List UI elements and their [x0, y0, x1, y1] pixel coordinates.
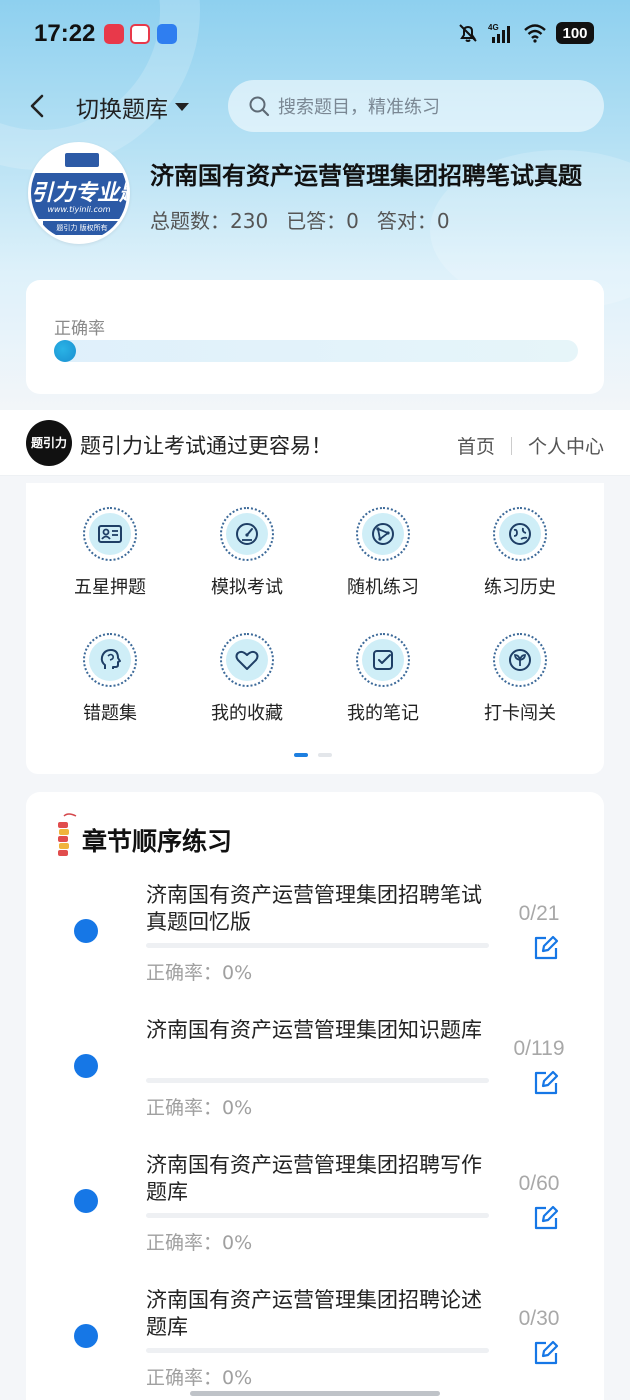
bank-stats: 总题数：230 已答：0 答对：0 [150, 205, 450, 234]
app-notification-icon [104, 24, 124, 44]
feature-grid: 五星押题 模拟考试 随机练习 练习历史 错题集 我的收藏 我的笔记 打卡闯关 [26, 483, 604, 774]
logo-url: www.tiyinli.com [47, 205, 111, 214]
answered-count: 已答：0 [286, 209, 359, 233]
chapter-progress-bar [146, 1348, 489, 1353]
link-divider [510, 436, 512, 455]
chapter-bullet [74, 919, 98, 943]
back-arrow-icon[interactable] [22, 90, 54, 122]
chapter-accuracy: 正确率：0% [146, 1232, 253, 1254]
brand-logo: 题引力 [26, 420, 72, 466]
chapter-row[interactable]: 济南国有资产运营管理集团招聘论述题库 正确率：0% 0/30 [26, 1287, 604, 1400]
feature-mock-exam[interactable]: 模拟考试 [179, 507, 315, 599]
logo-subtext: 题引力 版权所有 [43, 221, 121, 235]
chapter-bullet [74, 1324, 98, 1348]
chapter-count: 0/60 [518, 1172, 560, 1195]
feature-five-star[interactable]: 五星押题 [42, 507, 178, 599]
mute-bell-icon [459, 24, 477, 42]
search-placeholder: 搜索题目，精准练习 [278, 97, 440, 118]
chapter-row[interactable]: 济南国有资产运营管理集团知识题库 正确率：0% 0/119 [26, 1017, 604, 1152]
chapter-count: 0/119 [513, 1037, 565, 1060]
search-icon [249, 96, 270, 117]
network-icon [372, 523, 394, 545]
chapter-accuracy: 正确率：0% [146, 962, 253, 984]
chapter-name: 济南国有资产运营管理集团招聘写作题库 [146, 1153, 482, 1204]
globe-icon [509, 523, 531, 545]
chapter-progress-bar [146, 1078, 489, 1083]
switch-bank-button[interactable]: 切换题库 [76, 90, 190, 124]
note-check-icon [373, 650, 393, 670]
feature-label: 打卡闯关 [484, 703, 556, 724]
chapter-name: 济南国有资产运营管理集团招聘笔试真题回忆版 [146, 883, 482, 934]
feature-label: 错题集 [83, 703, 137, 724]
feature-label: 我的笔记 [347, 703, 419, 724]
accuracy-card: 正确率 [26, 280, 604, 394]
chapter-accuracy: 正确率：0% [146, 1367, 253, 1389]
chapter-row[interactable]: 济南国有资产运营管理集团招聘写作题库 正确率：0% 0/60 [26, 1152, 604, 1287]
battery-indicator: 100 [556, 22, 594, 44]
chapter-practice-section: 章节顺序练习 济南国有资产运营管理集团招聘笔试真题回忆版 正确率：0% 0/21… [26, 792, 604, 1400]
page-indicator [294, 753, 332, 757]
id-card-icon [98, 525, 122, 543]
network-type: 4G [488, 23, 499, 32]
correct-count: 答对：0 [376, 209, 450, 233]
app-notification-icon [157, 24, 177, 44]
sprout-icon [509, 649, 531, 671]
head-icon [100, 649, 121, 669]
feature-random-practice[interactable]: 随机练习 [315, 507, 451, 599]
chapter-progress-bar [146, 1213, 489, 1218]
chapter-row[interactable]: 济南国有资产运营管理集团招聘笔试真题回忆版 正确率：0% 0/21 [26, 882, 604, 1017]
chapter-progress-bar [146, 943, 489, 948]
accuracy-progress-bar [54, 340, 578, 362]
signal-icon: 4G [488, 23, 510, 43]
page-dot-active [294, 753, 308, 757]
page-dot [318, 753, 332, 757]
banner-links: 首页 个人中心 [457, 432, 604, 459]
chapter-name: 济南国有资产运营管理集团知识题库 [146, 1018, 482, 1042]
home-indicator[interactable] [190, 1391, 440, 1396]
switch-bank-label: 切换题库 [76, 97, 168, 123]
heart-icon [235, 650, 259, 670]
status-time: 17:22 [34, 20, 96, 47]
edit-icon[interactable] [532, 934, 560, 962]
search-input[interactable]: 搜索题目，精准练习 [228, 80, 604, 132]
firecracker-icon [58, 813, 77, 856]
question-bank-logo: 引力专业题 www.tiyinli.com 题引力 版权所有 [28, 142, 130, 244]
edit-icon[interactable] [532, 1339, 560, 1367]
feature-label: 我的收藏 [211, 703, 283, 724]
bank-title: 济南国有资产运营管理集团招聘笔试真题 [150, 162, 582, 190]
section-title: 章节顺序练习 [82, 827, 233, 856]
brand-banner: 题引力 题引力让考试通过更容易！ 首页 个人中心 [0, 410, 630, 476]
chapter-bullet [74, 1189, 98, 1213]
top-nav: 切换题库 搜索题目，精准练习 [0, 78, 630, 134]
feature-label: 五星押题 [74, 577, 146, 598]
feature-label: 模拟考试 [211, 577, 283, 598]
feature-wrong-questions[interactable]: 错题集 [42, 633, 178, 725]
chapter-name: 济南国有资产运营管理集团招聘论述题库 [146, 1288, 482, 1339]
feature-favorites[interactable]: 我的收藏 [179, 633, 315, 725]
chapter-count: 0/30 [518, 1307, 560, 1330]
accuracy-label: 正确率 [54, 319, 105, 339]
chapter-count: 0/21 [518, 902, 560, 925]
logo-mark [65, 153, 99, 167]
feature-label: 随机练习 [347, 577, 419, 598]
profile-link[interactable]: 个人中心 [528, 432, 604, 459]
wifi-icon [524, 24, 546, 43]
status-bar: 17:22 4G 100 [0, 0, 630, 68]
accuracy-progress-knob [54, 340, 76, 362]
caret-down-icon [175, 103, 189, 111]
home-link[interactable]: 首页 [457, 432, 495, 459]
edit-icon[interactable] [532, 1204, 560, 1232]
edit-icon[interactable] [532, 1069, 560, 1097]
feature-notes[interactable]: 我的笔记 [315, 633, 451, 725]
feature-checkin[interactable]: 打卡闯关 [452, 633, 588, 725]
brand-slogan: 题引力让考试通过更容易！ [80, 434, 332, 458]
feature-history[interactable]: 练习历史 [452, 507, 588, 599]
speedometer-icon [236, 523, 258, 545]
logo-text: 引力专业题 [31, 181, 127, 206]
chapter-bullet [74, 1054, 98, 1078]
app-notification-icon [130, 24, 150, 44]
chapter-accuracy: 正确率：0% [146, 1097, 253, 1119]
feature-label: 练习历史 [484, 577, 556, 598]
total-questions: 总题数：230 [150, 209, 269, 233]
